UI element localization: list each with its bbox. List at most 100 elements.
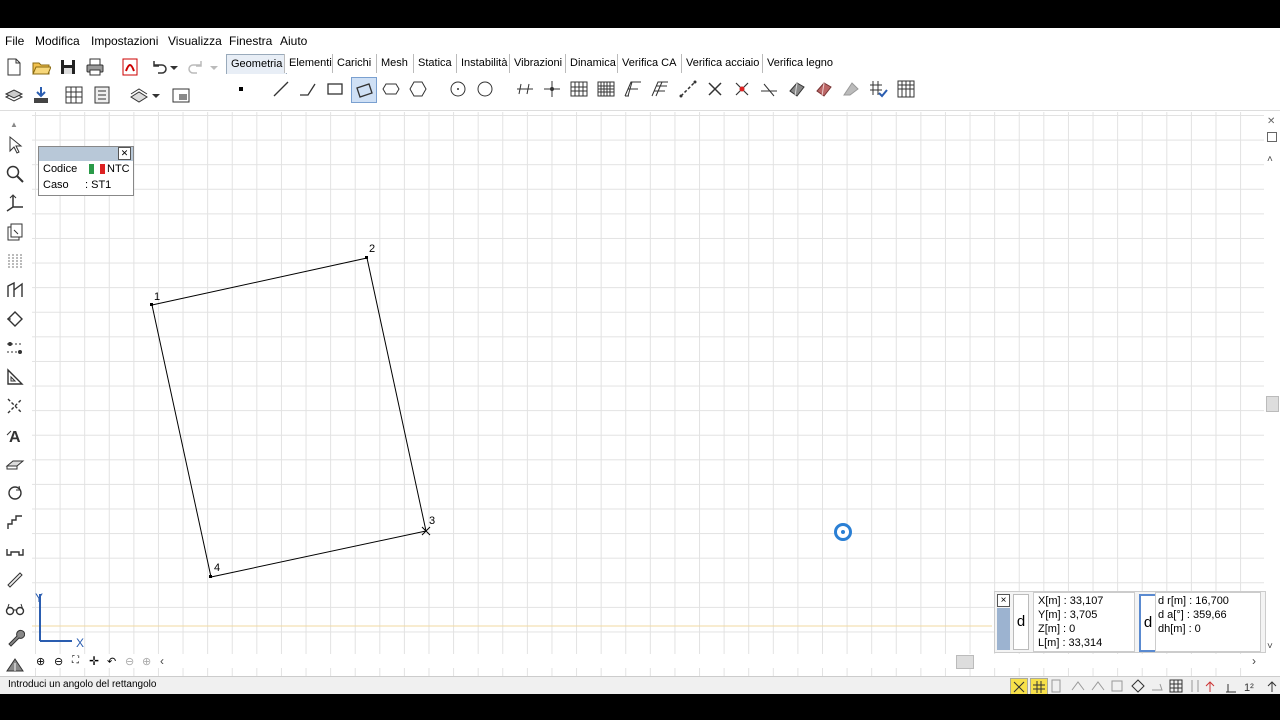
undo-dropdown-icon[interactable] <box>168 56 180 78</box>
hatch-check-icon[interactable] <box>867 78 889 100</box>
rotated-rectangle-tool-icon[interactable] <box>351 77 377 103</box>
tab-vibrazioni[interactable]: Vibrazioni <box>509 54 567 73</box>
redo-dropdown-icon[interactable] <box>208 56 220 78</box>
redo-icon[interactable] <box>185 56 207 78</box>
polygon-tool-icon[interactable] <box>380 78 402 100</box>
foundation-icon[interactable] <box>4 653 26 675</box>
circle-tool-icon[interactable] <box>474 78 496 100</box>
tab-mesh[interactable]: Mesh <box>376 54 412 73</box>
rotate-icon[interactable] <box>4 482 26 504</box>
grid-mesh-icon[interactable] <box>568 78 590 100</box>
tab-elementi[interactable]: Elementi <box>284 54 336 73</box>
menu-visualizza[interactable]: Visualizza <box>168 34 222 48</box>
rectangle-shape[interactable] <box>151 257 427 578</box>
horizontal-scrollbar[interactable]: ⊕ ⊖ ⛶ ✛ ↶ ⊖ ⊕ ‹ › <box>32 654 1264 669</box>
print-settings-dropdown-icon[interactable] <box>150 84 162 106</box>
tab-dinamica[interactable]: Dinamica <box>565 54 620 73</box>
list-table-icon[interactable] <box>91 84 113 106</box>
stairs-icon[interactable] <box>4 511 26 533</box>
snap-perpendicular-icon[interactable] <box>1226 684 1236 693</box>
layers-icon[interactable] <box>3 84 25 106</box>
pdf-export-icon[interactable] <box>119 56 141 78</box>
print-settings-icon[interactable] <box>128 84 150 106</box>
print-icon[interactable] <box>84 56 106 78</box>
menu-file[interactable]: File <box>5 34 24 48</box>
slab-icon[interactable] <box>4 453 26 475</box>
pan-icon[interactable]: ✛ <box>89 654 99 668</box>
tab-verifica-legno[interactable]: Verifica legno <box>762 54 838 73</box>
zoom-extents-icon[interactable]: ⛶ <box>72 655 79 666</box>
tab-verifica-acciaio[interactable]: Verifica acciaio <box>681 54 764 73</box>
triangle-ruler-icon[interactable] <box>4 366 26 388</box>
circle-center-tool-icon[interactable] <box>447 78 469 100</box>
axes-icon[interactable] <box>4 192 26 214</box>
polyline-tool-icon[interactable] <box>297 78 319 100</box>
coord-mode-button-left[interactable]: d <box>1013 594 1029 650</box>
save-icon[interactable] <box>57 56 79 78</box>
select-arrow-icon[interactable] <box>4 134 26 156</box>
menu-modifica[interactable]: Modifica <box>35 34 80 48</box>
snap-number-icon[interactable]: 1² <box>1244 682 1254 694</box>
snap-roof-icon[interactable] <box>1071 681 1085 691</box>
text-annotation-icon[interactable]: A <box>4 424 26 446</box>
ruler-icon[interactable] <box>4 569 26 591</box>
zoom-in-icon[interactable]: ⊕ <box>36 655 45 668</box>
menu-impostazioni[interactable]: Impostazioni <box>91 34 158 48</box>
node-marker-1[interactable] <box>150 303 153 306</box>
zoom-icon[interactable] <box>4 163 26 185</box>
scroll-right-arrow-icon[interactable]: › <box>1252 654 1256 668</box>
grid-dense-icon[interactable] <box>595 78 617 100</box>
glasses-icon[interactable] <box>4 598 26 620</box>
split-line-icon[interactable] <box>514 78 536 100</box>
horizontal-scroll-thumb[interactable] <box>956 655 974 669</box>
node-marker-4[interactable] <box>209 575 212 578</box>
snap-table-icon[interactable] <box>1169 679 1183 693</box>
zoom-previous-icon[interactable]: ↶ <box>107 655 116 668</box>
node-marker-2[interactable] <box>365 256 368 259</box>
scroll-down-arrow-icon[interactable]: ˅ <box>1267 641 1273 652</box>
solid-block-red-icon[interactable] <box>813 78 835 100</box>
canvas-restore-icon[interactable] <box>1267 132 1277 142</box>
menu-aiuto[interactable]: Aiuto <box>280 34 307 48</box>
status-up-arrow-icon[interactable] <box>1267 681 1277 692</box>
scroll-up-arrow-icon[interactable]: ˄ <box>1267 154 1273 165</box>
intersect-icon[interactable] <box>541 78 563 100</box>
coord-panel-close-icon[interactable]: × <box>997 594 1010 607</box>
snap-grid-icon[interactable] <box>1030 678 1048 694</box>
menu-finestra[interactable]: Finestra <box>229 34 272 48</box>
tab-verifica-ca[interactable]: Verifica CA <box>617 54 681 73</box>
node-diamond-icon[interactable] <box>4 308 26 330</box>
tab-instabilita[interactable]: Instabilità <box>456 54 512 73</box>
undo-icon[interactable] <box>148 56 170 78</box>
dashed-line-icon[interactable] <box>677 78 699 100</box>
rectangle-tool-icon[interactable] <box>324 78 346 100</box>
frame-icon[interactable] <box>4 279 26 301</box>
scroll-left-arrow-icon[interactable]: ‹ <box>160 654 164 668</box>
vertical-scroll-thumb[interactable] <box>1266 396 1279 412</box>
skew-grid-alt-icon[interactable] <box>649 78 671 100</box>
snap-parallel-icon[interactable] <box>1191 680 1199 692</box>
canvas-close-icon[interactable]: ✕ <box>1267 116 1275 127</box>
new-file-icon[interactable] <box>3 56 25 78</box>
tab-geometria[interactable]: Geometria <box>226 54 288 74</box>
delete-cross-icon[interactable] <box>704 78 726 100</box>
coord-panel-grip[interactable] <box>997 608 1010 650</box>
vertical-scrollbar[interactable]: ✕ ˄ ˅ <box>1264 112 1280 682</box>
snap-endpoint-icon[interactable] <box>1010 678 1028 694</box>
snap-arrow-icon[interactable] <box>1205 681 1215 692</box>
zoom-out-icon[interactable]: ⊖ <box>54 655 63 668</box>
polygon-alt-tool-icon[interactable] <box>407 78 429 100</box>
skew-grid-icon[interactable] <box>622 78 644 100</box>
scroll-up-icon[interactable]: ▲ <box>10 120 18 129</box>
line-tool-icon[interactable] <box>270 78 292 100</box>
solid-block-icon[interactable] <box>786 78 808 100</box>
tab-statica[interactable]: Statica <box>413 54 456 73</box>
open-folder-icon[interactable] <box>30 56 52 78</box>
extend-line-icon[interactable] <box>758 78 780 100</box>
info-box-close-icon[interactable]: ✕ <box>118 147 131 160</box>
delete-node-icon[interactable] <box>731 78 753 100</box>
snap-diamond-icon[interactable] <box>1131 679 1145 693</box>
copy-pages-icon[interactable] <box>4 221 26 243</box>
snap-column-icon[interactable] <box>1051 679 1061 693</box>
tab-carichi[interactable]: Carichi <box>332 54 376 73</box>
